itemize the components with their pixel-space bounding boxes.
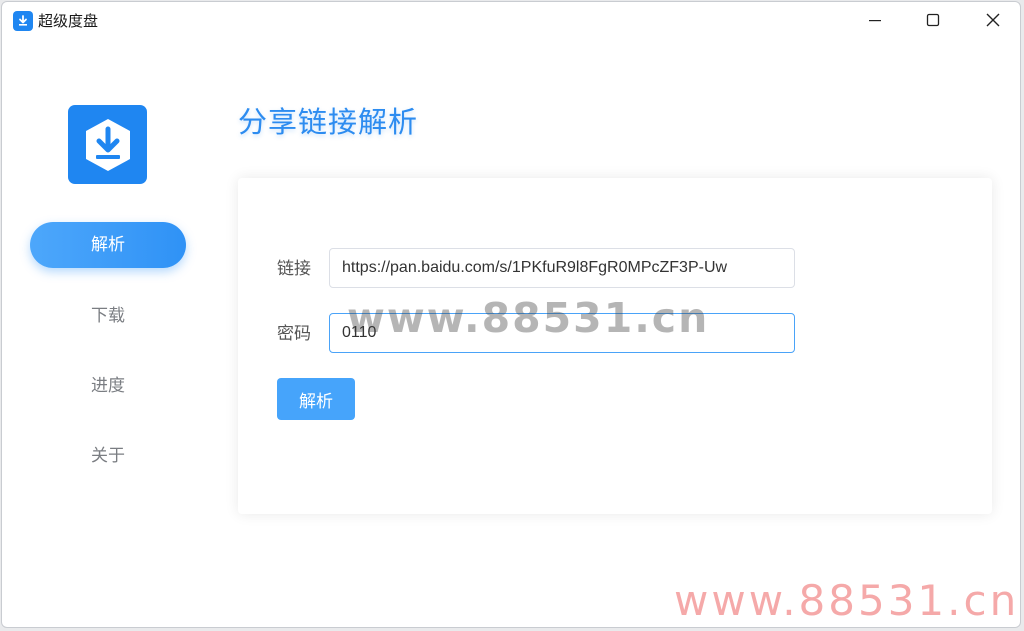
sidebar-item-progress[interactable]: 进度 bbox=[30, 363, 186, 409]
parse-button[interactable]: 解析 bbox=[277, 378, 355, 420]
password-label: 密码 bbox=[277, 324, 311, 344]
minimize-icon bbox=[869, 20, 881, 22]
app-download-icon bbox=[13, 11, 33, 31]
window-title: 超级度盘 bbox=[38, 12, 99, 30]
minimize-button[interactable] bbox=[852, 2, 898, 38]
watermark-center: www.88531.cn bbox=[347, 294, 710, 342]
download-icon bbox=[86, 119, 130, 171]
maximize-icon bbox=[926, 13, 940, 27]
close-icon bbox=[986, 13, 1000, 27]
app-logo bbox=[68, 105, 147, 184]
sidebar-item-about[interactable]: 关于 bbox=[30, 433, 186, 479]
sidebar-item-parse[interactable]: 解析 bbox=[30, 222, 186, 268]
sidebar-item-download[interactable]: 下载 bbox=[30, 293, 186, 339]
maximize-button[interactable] bbox=[910, 2, 956, 38]
parse-form-card: 链接 密码 解析 bbox=[238, 178, 992, 514]
app-window: 超级度盘 解析 下载 进度 关于 分享链接解析 链接 https://pan.b… bbox=[1, 1, 1021, 628]
title-bar: 超级度盘 bbox=[2, 2, 1020, 38]
link-label: 链接 bbox=[277, 259, 311, 279]
watermark-bottom: www.88531.cn bbox=[674, 576, 1020, 625]
link-input[interactable] bbox=[329, 248, 795, 288]
page-title: 分享链接解析 bbox=[238, 105, 419, 139]
close-button[interactable] bbox=[970, 2, 1016, 38]
